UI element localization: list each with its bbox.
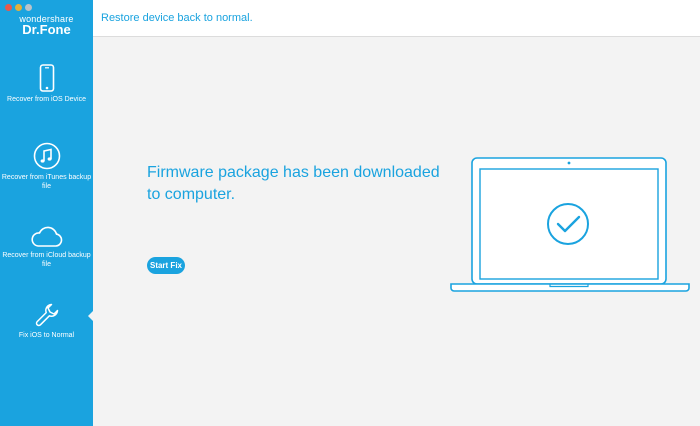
window-controls bbox=[5, 4, 32, 11]
sidebar-item-label: Fix iOS to Normal bbox=[18, 332, 75, 339]
maximize-window-button[interactable] bbox=[25, 4, 32, 11]
start-fix-button[interactable]: Start Fix bbox=[147, 257, 185, 274]
active-item-indicator bbox=[88, 310, 94, 322]
close-window-button[interactable] bbox=[5, 4, 12, 11]
minimize-window-button[interactable] bbox=[15, 4, 22, 11]
status-message: Firmware package has been downloaded to … bbox=[147, 164, 440, 203]
sidebar-item-fix-ios[interactable]: Fix iOS to Normal bbox=[0, 302, 93, 340]
header-bar: Restore device back to normal. bbox=[93, 0, 700, 37]
wrench-icon bbox=[35, 303, 58, 327]
sidebar-item-label: Recover from iOS Device bbox=[7, 96, 86, 103]
sidebar-item-label: Recover from iTunes backup file bbox=[1, 174, 92, 190]
cloud-icon bbox=[30, 226, 62, 247]
music-note-icon bbox=[33, 142, 60, 170]
phone-icon bbox=[39, 64, 54, 92]
page-title: Restore device back to normal. bbox=[101, 12, 253, 24]
sidebar-item-label: Recover from iCloud backup file bbox=[2, 252, 91, 268]
sidebar-item-recover-itunes[interactable]: Recover from iTunes backup file bbox=[0, 142, 93, 191]
sidebar-item-recover-icloud[interactable]: Recover from iCloud backup file bbox=[0, 226, 93, 269]
laptop-check-icon bbox=[449, 157, 691, 302]
brand-drfone: Dr.Fone bbox=[22, 22, 71, 37]
sidebar-item-recover-ios-device[interactable]: Recover from iOS Device bbox=[0, 64, 93, 104]
sidebar: wondershare Dr.Fone Recover from iOS Dev… bbox=[0, 0, 93, 426]
